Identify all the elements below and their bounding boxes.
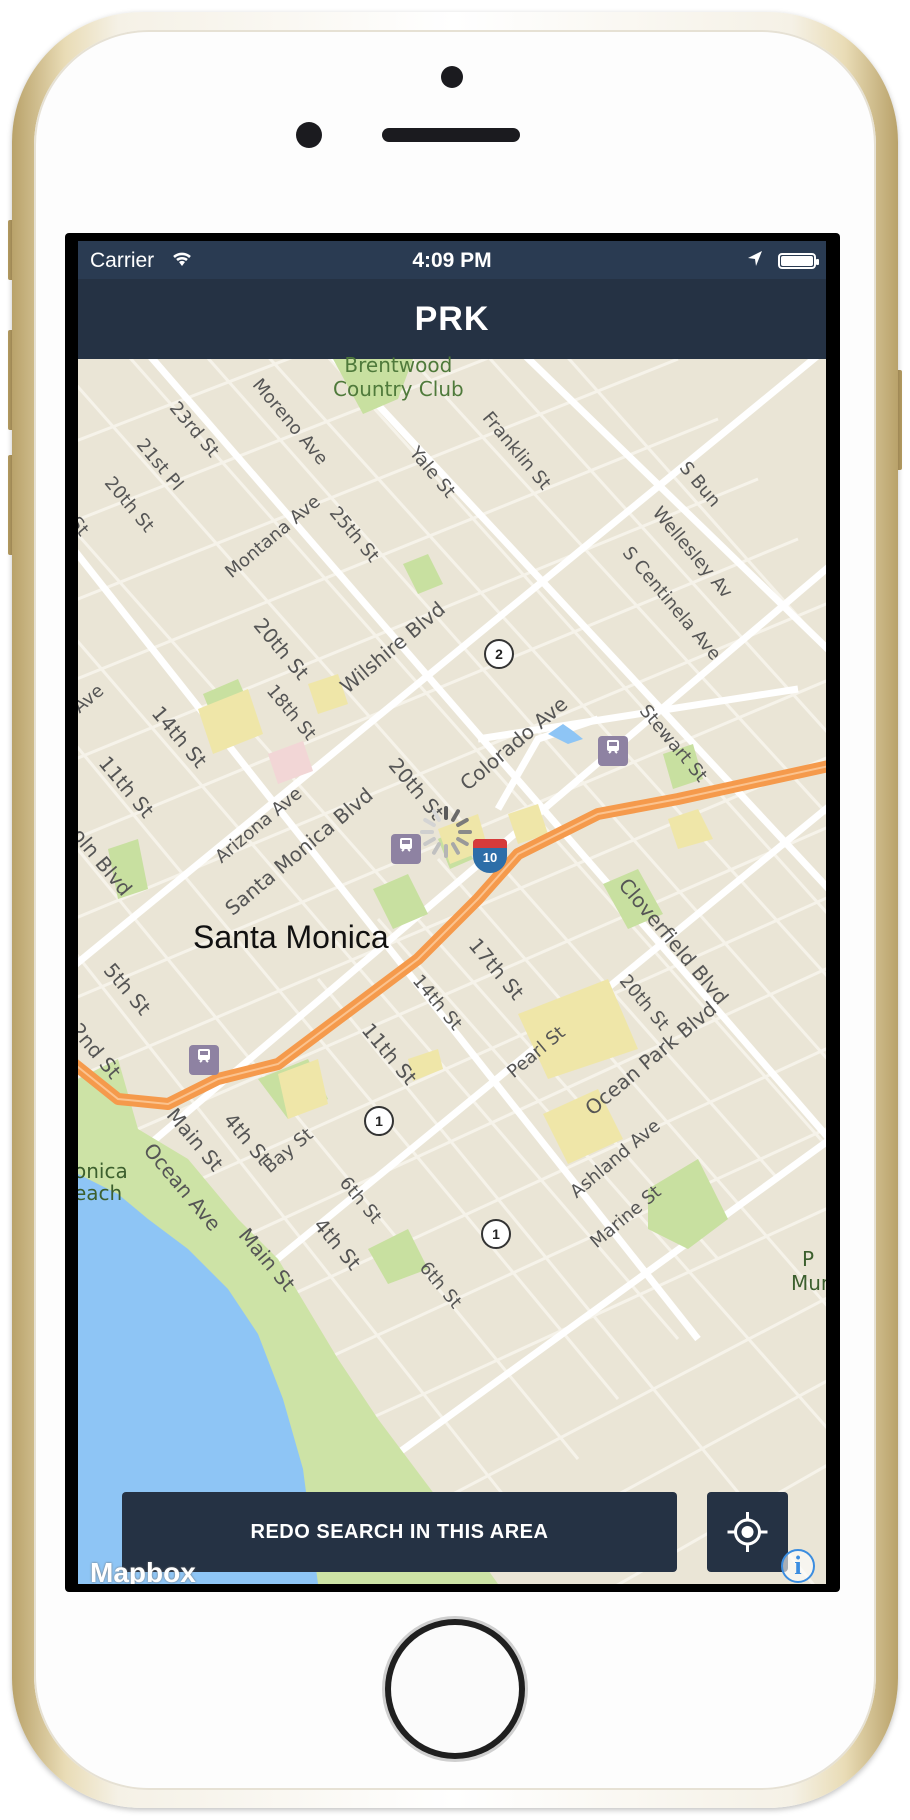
app-screen: Carrier 4:09 PM PRK Brentwood Country Cl… bbox=[78, 241, 826, 1584]
app-title: PRK bbox=[414, 300, 490, 338]
battery-icon bbox=[778, 253, 819, 269]
front-camera bbox=[441, 66, 463, 88]
map-view[interactable]: Brentwood Country Club 23rd St 21st Pl 2… bbox=[78, 241, 826, 1584]
info-icon[interactable]: i bbox=[781, 1549, 815, 1583]
home-button[interactable] bbox=[391, 1625, 519, 1753]
location-arrow-icon bbox=[746, 249, 764, 275]
proximity-sensor bbox=[296, 122, 322, 148]
earpiece-speaker bbox=[382, 128, 520, 142]
crosshair-icon bbox=[727, 1512, 768, 1552]
redo-search-button[interactable]: REDO SEARCH IN THIS AREA bbox=[122, 1492, 677, 1572]
locate-me-button[interactable] bbox=[707, 1492, 788, 1572]
nav-bar: PRK bbox=[78, 279, 826, 359]
map-canvas bbox=[78, 241, 826, 1584]
status-bar: Carrier 4:09 PM bbox=[78, 241, 826, 279]
clock: 4:09 PM bbox=[412, 249, 492, 272]
mapbox-logo: Mapbox bbox=[90, 1557, 196, 1584]
phone-device: Carrier 4:09 PM PRK Brentwood Country Cl… bbox=[0, 0, 910, 1820]
